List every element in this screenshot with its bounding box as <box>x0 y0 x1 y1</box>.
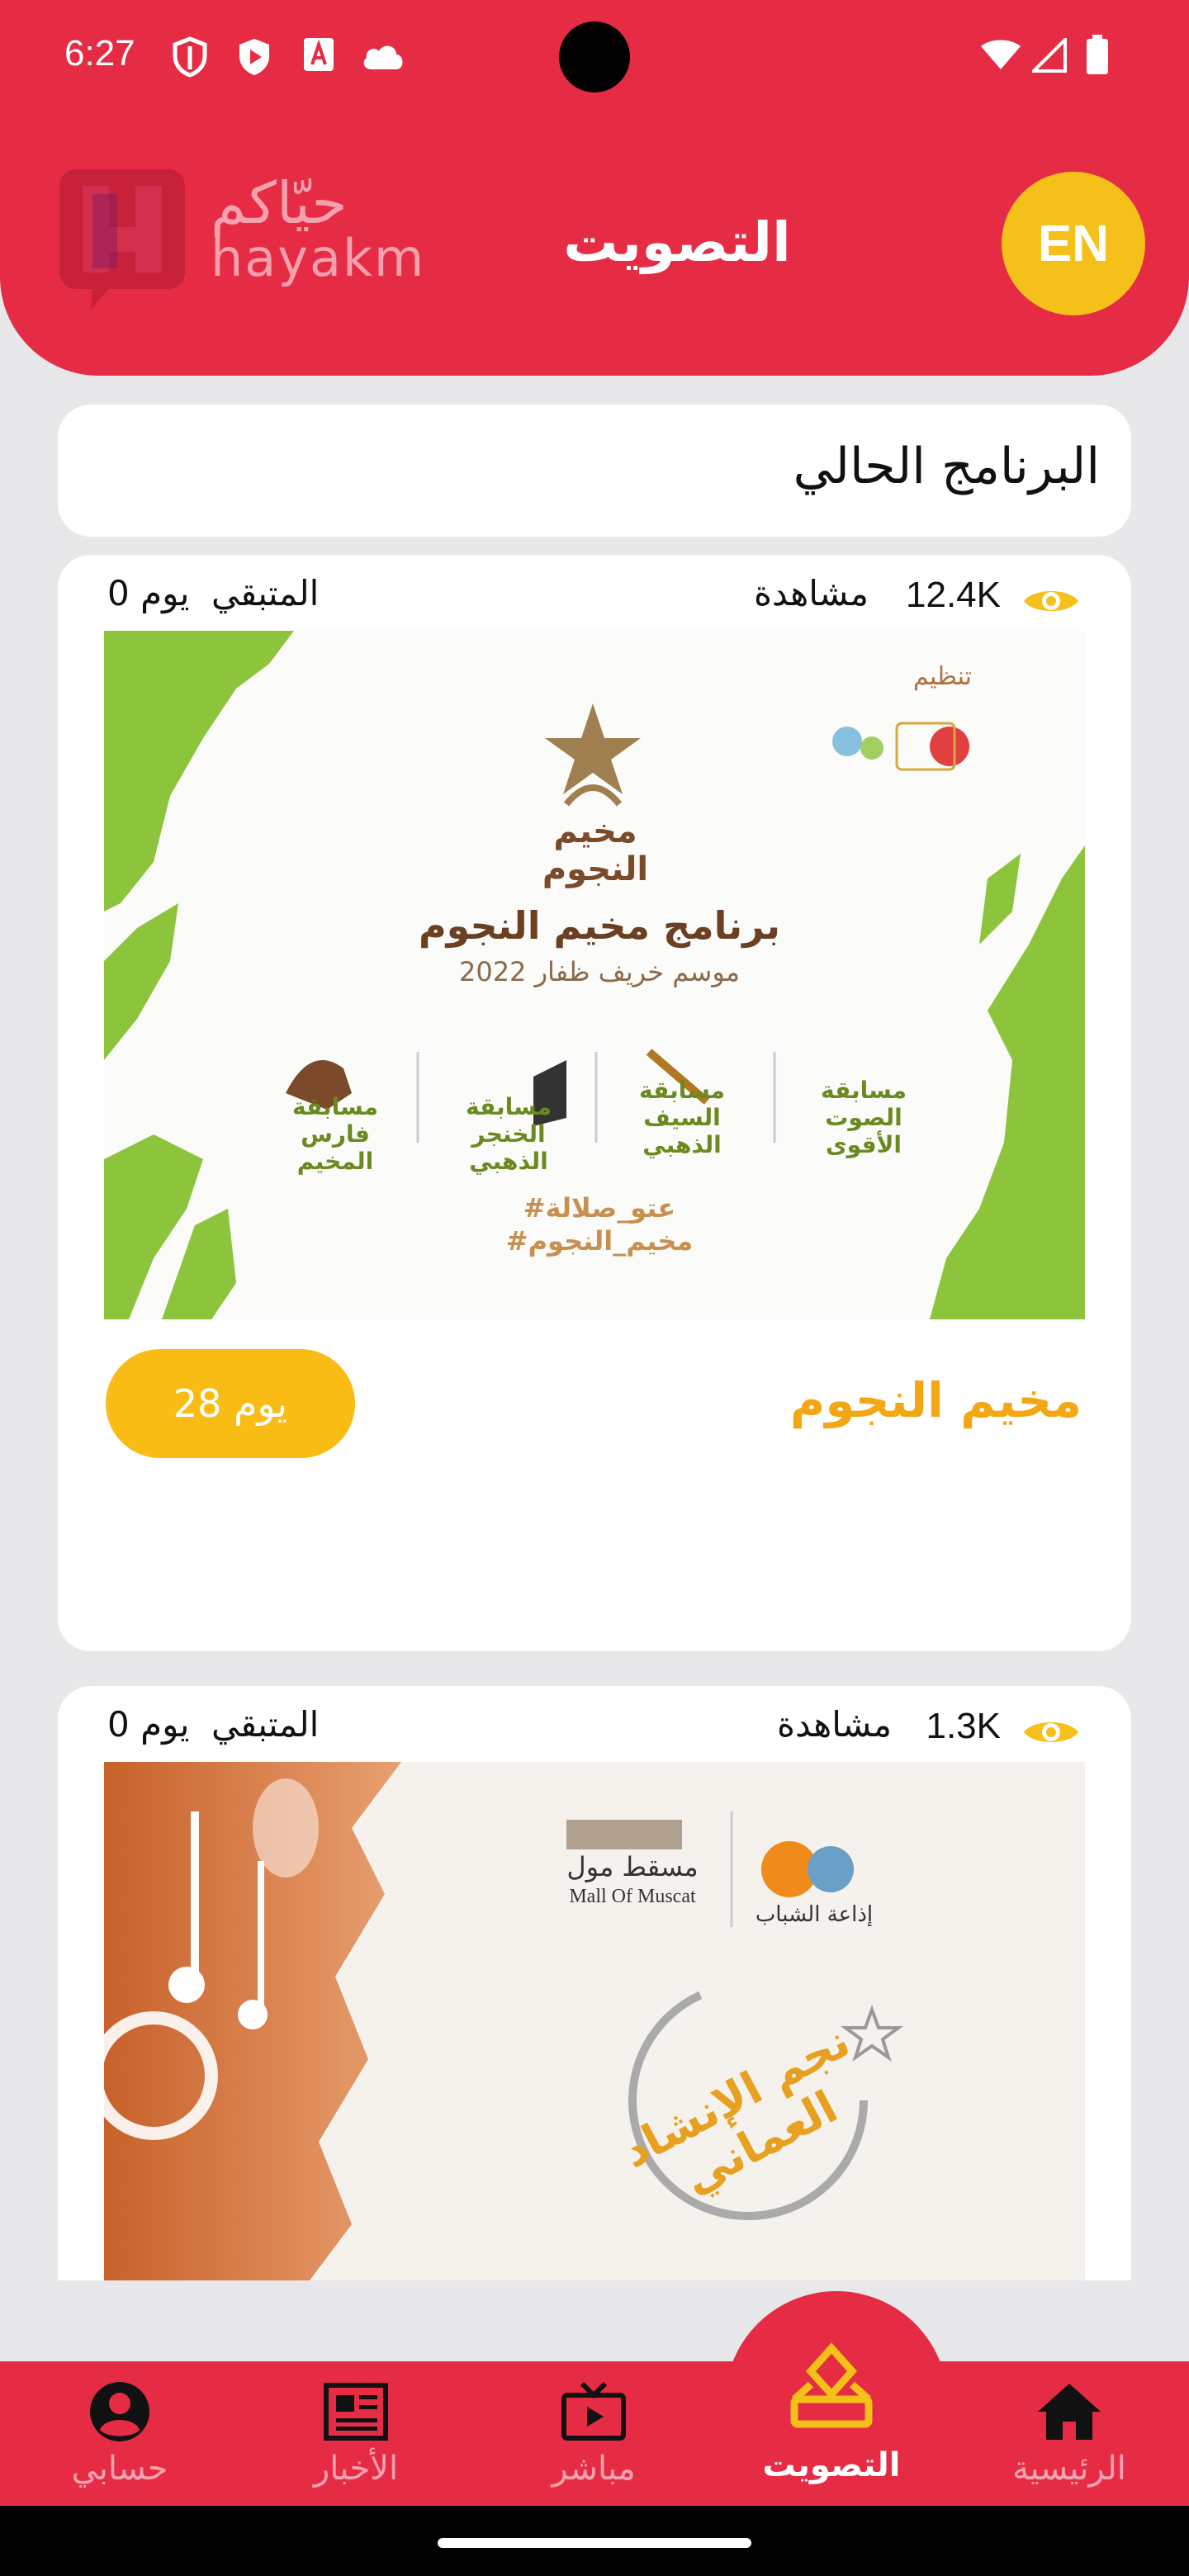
logo-text-arabic: حيّاكم <box>211 169 348 237</box>
battery-icon <box>1087 35 1108 74</box>
nav-label: التصويت <box>762 2446 901 2484</box>
current-program-bar: البرنامج الحالي <box>58 405 1131 537</box>
organizer-label: تنظيم <box>913 662 973 691</box>
radio-name: إذاعة الشباب <box>755 1902 874 1927</box>
news-icon <box>324 2383 388 2441</box>
program-card[interactable]: 12.4K مشاهدة 0 يوم المتبقي تنظيم مخيم ال… <box>58 555 1131 1651</box>
program-card[interactable]: 1.3K مشاهدة 0 يوم المتبقي مسقط مول Mall … <box>58 1686 1131 2280</box>
logo-text-english: hayakm <box>211 228 426 288</box>
wifi-icon <box>981 40 1021 69</box>
remaining-label: المتبقي <box>211 1704 320 1745</box>
mall-name-arabic: مسقط مول <box>566 1851 699 1882</box>
cloud-icon <box>363 45 403 69</box>
home-indicator[interactable] <box>438 2538 751 2548</box>
nav-label: الرئيسية <box>1012 2450 1126 2488</box>
eye-icon <box>1024 591 1078 611</box>
card-meta: 1.3K مشاهدة 0 يوم المتبقي <box>58 1693 1131 1767</box>
remaining-value: 0 يوم <box>107 573 190 613</box>
nav-label: الأخبار <box>313 2450 399 2488</box>
nav-home[interactable]: الرئيسية <box>974 2374 1164 2498</box>
eye-icon <box>1024 1722 1078 1742</box>
competition-3: مسابقة الخنجر الذهبي <box>466 1093 552 1175</box>
banner-hashtag-2: #مخيم_النجوم <box>505 1225 694 1257</box>
vote-icon <box>790 2342 873 2428</box>
views-count: 12.4K <box>906 575 1001 615</box>
banner-graphics <box>104 1762 904 2280</box>
remaining-label: المتبقي <box>211 573 320 613</box>
views-label: مشاهدة <box>777 1704 892 1745</box>
shield-icon <box>173 36 207 78</box>
banner-headline: برنامج مخيم النجوم <box>418 903 781 948</box>
signal-icon <box>1032 38 1067 73</box>
nav-label: حسابي <box>71 2450 168 2488</box>
competition-1: مسابقة الصوت الأقوى <box>821 1077 907 1158</box>
competition-4: مسابقة فارس المخيم <box>292 1093 378 1175</box>
nav-label: مباشر <box>552 2450 636 2488</box>
hayakm-logo-icon <box>59 169 185 310</box>
nav-live[interactable]: مباشر <box>499 2374 689 2498</box>
account-icon <box>90 2382 149 2441</box>
nav-vote[interactable]: التصويت <box>737 2337 926 2484</box>
views-count: 1.3K <box>926 1706 1001 1746</box>
live-tv-icon <box>561 2381 626 2441</box>
nav-account[interactable]: حسابي <box>25 2374 215 2498</box>
font-box-icon <box>304 38 334 71</box>
program-title[interactable]: مخيم النجوم <box>790 1372 1082 1428</box>
nav-news[interactable]: الأخبار <box>261 2374 451 2498</box>
remaining-value: 0 يوم <box>107 1704 190 1745</box>
current-program-label: البرنامج الحالي <box>793 438 1100 495</box>
program-banner-image[interactable]: تنظيم مخيم النجوم برنامج مخيم النجوم موس… <box>104 631 1085 1319</box>
days-remaining-button[interactable]: 28 يوم <box>106 1349 355 1458</box>
competition-2: مسابقة السيف الذهبي <box>639 1077 725 1158</box>
banner-star-title: مخيم النجوم <box>542 812 649 888</box>
play-protect-icon <box>239 39 269 75</box>
program-banner-image[interactable]: مسقط مول Mall Of Muscat إذاعة الشباب نجم… <box>104 1762 1085 2280</box>
language-toggle-button[interactable]: EN <box>1002 172 1145 315</box>
status-time: 6:27 <box>64 33 135 73</box>
banner-season: موسم خريف ظفار 2022 <box>458 956 741 987</box>
mall-name-english: Mall Of Muscat <box>569 1886 696 1907</box>
camera-cutout <box>559 21 630 92</box>
banner-hashtag-1: #عتو_صلالة <box>523 1192 676 1224</box>
card-meta: 12.4K مشاهدة 0 يوم المتبقي <box>58 561 1131 636</box>
home-icon <box>1038 2384 1101 2440</box>
page-title: التصويت <box>563 211 791 274</box>
views-label: مشاهدة <box>754 573 869 613</box>
